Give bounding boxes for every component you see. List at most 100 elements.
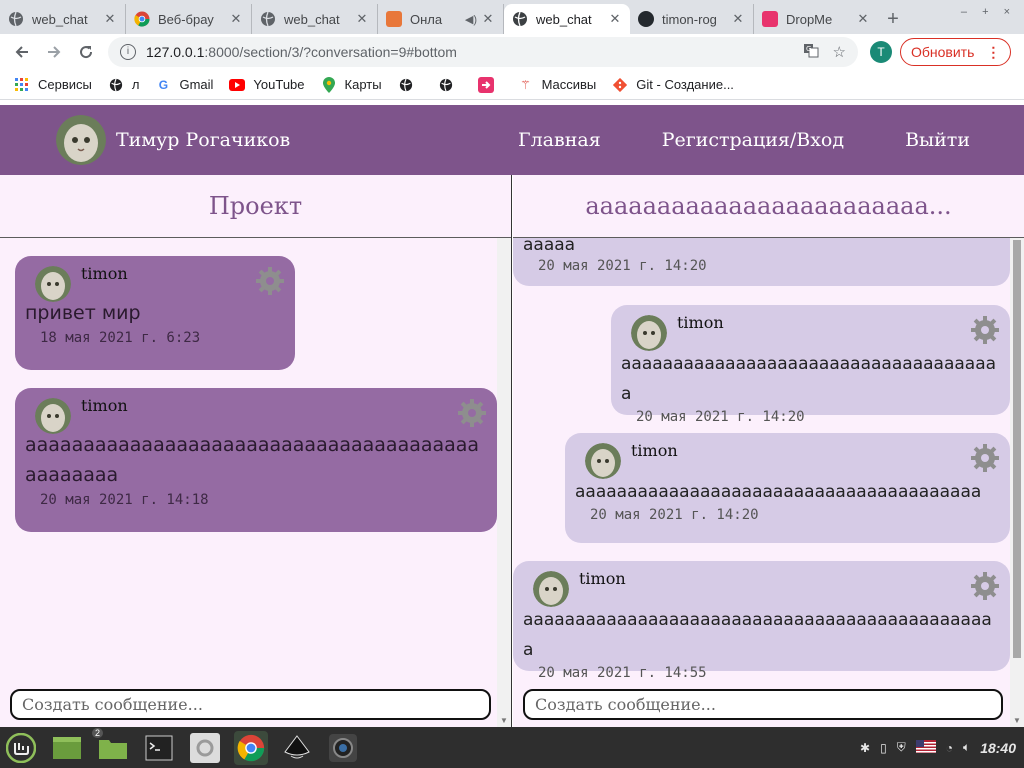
gear-icon[interactable] bbox=[970, 571, 1000, 601]
message-input[interactable]: Создать сообщение... bbox=[523, 689, 1003, 720]
message-input[interactable]: Создать сообщение... bbox=[10, 689, 491, 720]
message-text: aaaaaaaaaaaaaaaaaaaaaaaaaaaaaaaaaaaaaaaa… bbox=[523, 610, 992, 660]
mint-menu-icon[interactable] bbox=[4, 731, 38, 765]
browser-tab[interactable]: web_chat ✕ bbox=[252, 4, 378, 34]
bookmark-youtube[interactable]: YouTube bbox=[229, 77, 305, 93]
info-icon[interactable]: i bbox=[120, 44, 136, 60]
brand[interactable]: Тимур Рогачиков bbox=[56, 115, 290, 165]
bluetooth-icon[interactable]: ✱ bbox=[860, 741, 870, 755]
close-icon[interactable]: ✕ bbox=[608, 11, 622, 27]
files-icon[interactable]: 2 bbox=[92, 727, 130, 765]
avatar bbox=[585, 443, 621, 479]
browser-tab[interactable]: Онла ◀) ✕ bbox=[378, 4, 504, 34]
globe-icon bbox=[108, 77, 124, 93]
profile-avatar[interactable]: T bbox=[870, 41, 892, 63]
message-date: 20 мая 2021 г. 14:20 bbox=[538, 258, 707, 274]
message[interactable]: aaaaa 20 мая 2021 г. 14:20 bbox=[513, 238, 1010, 286]
youtube-icon bbox=[229, 77, 246, 93]
close-icon[interactable]: ✕ bbox=[355, 11, 369, 27]
gear-icon[interactable] bbox=[970, 443, 1000, 473]
bookmark-services[interactable]: Сервисы bbox=[14, 77, 92, 93]
inkscape-icon[interactable] bbox=[280, 731, 314, 765]
browser-tab[interactable]: web_chat ✕ bbox=[0, 4, 126, 34]
tab-title: DropMe bbox=[786, 11, 833, 27]
bookmark-l[interactable]: л bbox=[108, 77, 139, 93]
close-icon[interactable]: ✕ bbox=[103, 11, 117, 27]
bookmark-git[interactable]: Git - Создание... bbox=[612, 77, 734, 93]
speaker-icon[interactable]: ◀) bbox=[465, 13, 477, 26]
chrome-icon bbox=[134, 11, 150, 27]
chrome-taskbar-icon[interactable] bbox=[234, 730, 268, 765]
more-menu-icon[interactable]: ⋮ bbox=[986, 44, 1000, 61]
browser-tab-active[interactable]: web_chat ✕ bbox=[504, 4, 630, 34]
forward-arrow-icon[interactable] bbox=[38, 36, 70, 68]
message[interactable]: timon привет мир 18 мая 2021 г. 6:23 bbox=[15, 256, 295, 370]
gear-icon[interactable] bbox=[970, 315, 1000, 345]
address-bar[interactable]: i 127.0.0.1 :8000/section/3/?conversatio… bbox=[108, 37, 858, 67]
browser-tab[interactable]: Веб-брау ✕ bbox=[126, 4, 252, 34]
github-icon bbox=[638, 11, 654, 27]
message[interactable]: timon aaaaaaaaaaaaaaaaaaaaaaaaaaaaaaaaaa… bbox=[15, 388, 497, 532]
close-icon[interactable]: ✕ bbox=[856, 11, 870, 27]
avatar bbox=[533, 571, 569, 607]
main-nav: Главная Регистрация/Вход Выйти bbox=[512, 129, 1024, 151]
avatar bbox=[631, 315, 667, 351]
settings-icon[interactable] bbox=[188, 731, 222, 765]
wifi-icon[interactable]: ◔ bbox=[946, 741, 953, 755]
scrollbar[interactable]: ▼ bbox=[497, 238, 511, 727]
scrollbar-thumb[interactable] bbox=[1013, 240, 1021, 658]
window-controls[interactable]: – + × bbox=[961, 6, 1016, 18]
message-author: timon bbox=[81, 264, 128, 283]
tab-title: Онла bbox=[410, 11, 443, 27]
translate-icon[interactable]: G bbox=[803, 42, 819, 62]
nav-register-login[interactable]: Регистрация/Вход bbox=[662, 129, 844, 151]
message[interactable]: timon aaaaaaaaaaaaaaaaaaaaaaaaaaaaaaaaaa… bbox=[611, 305, 1010, 425]
globe-icon bbox=[260, 11, 276, 27]
clipboard-icon[interactable]: ▯ bbox=[880, 741, 887, 755]
star-icon[interactable]: ☆ bbox=[833, 43, 846, 61]
close-icon[interactable]: ✕ bbox=[481, 11, 495, 27]
volume-icon[interactable]: 🔈︎ bbox=[963, 740, 970, 755]
message-author: timon bbox=[677, 313, 724, 332]
message-date: 20 мая 2021 г. 14:55 bbox=[538, 665, 707, 681]
bookmark-arrays[interactable]: ⚚ Массивы bbox=[518, 77, 596, 93]
update-button[interactable]: Обновить ⋮ bbox=[900, 38, 1012, 66]
gear-icon[interactable] bbox=[255, 266, 285, 296]
nav-home[interactable]: Главная bbox=[518, 129, 601, 151]
browser-tab[interactable]: timon-rog ✕ bbox=[630, 4, 754, 34]
clock[interactable]: 18:40 bbox=[980, 740, 1016, 756]
us-flag-icon[interactable] bbox=[915, 739, 936, 756]
scrollbar[interactable]: ▼ bbox=[1010, 238, 1024, 727]
chat-panel: аааааааааааааааааааааааа... aaaaa 20 мая… bbox=[513, 175, 1024, 727]
back-arrow-icon[interactable] bbox=[6, 36, 38, 68]
bookmark-globe-1[interactable] bbox=[398, 77, 422, 93]
message-author: timon bbox=[579, 569, 626, 588]
bookmark-maps[interactable]: Карты bbox=[321, 76, 382, 93]
shield-icon[interactable]: ⛨ bbox=[897, 740, 906, 755]
bookmark-globe-2[interactable] bbox=[438, 77, 462, 93]
reload-icon[interactable] bbox=[70, 36, 102, 68]
message-text: aaaaaaaaaaaaaaaaaaaaaaaaaaaaaaaaaaaaaaa bbox=[575, 482, 982, 502]
message-list: aaaaa 20 мая 2021 г. 14:20 timon aaaaaaa… bbox=[513, 238, 1010, 688]
bookmark-login[interactable] bbox=[477, 76, 502, 93]
camera-app-icon[interactable] bbox=[326, 731, 360, 765]
bookmark-gmail[interactable]: G Gmail bbox=[155, 77, 214, 93]
terminal-icon[interactable] bbox=[142, 731, 176, 765]
close-icon[interactable]: ✕ bbox=[229, 11, 243, 27]
new-tab-button[interactable]: + bbox=[878, 4, 908, 34]
scroll-down-arrow-icon[interactable]: ▼ bbox=[1010, 716, 1024, 725]
conversation-list-panel: Проект timon привет мир 18 мая 2021 г. 6… bbox=[0, 175, 512, 727]
message-text: привет мир bbox=[25, 302, 141, 324]
close-icon[interactable]: ✕ bbox=[731, 11, 745, 27]
avatar bbox=[56, 115, 106, 165]
scroll-down-arrow-icon[interactable]: ▼ bbox=[497, 716, 511, 725]
browser-tab[interactable]: DropMe ✕ bbox=[754, 4, 878, 34]
gear-icon[interactable] bbox=[457, 398, 487, 428]
message-author: timon bbox=[631, 441, 678, 460]
nav-logout[interactable]: Выйти bbox=[905, 129, 970, 151]
show-desktop-icon[interactable] bbox=[50, 731, 84, 765]
message[interactable]: timon aaaaaaaaaaaaaaaaaaaaaaaaaaaaaaaaaa… bbox=[565, 433, 1010, 543]
message[interactable]: timon aaaaaaaaaaaaaaaaaaaaaaaaaaaaaaaaaa… bbox=[513, 561, 1010, 681]
globe-icon bbox=[438, 77, 454, 93]
message-text: aaaaaaaaaaaaaaaaaaaaaaaaaaaaaaaaaaaaa bbox=[621, 354, 997, 404]
